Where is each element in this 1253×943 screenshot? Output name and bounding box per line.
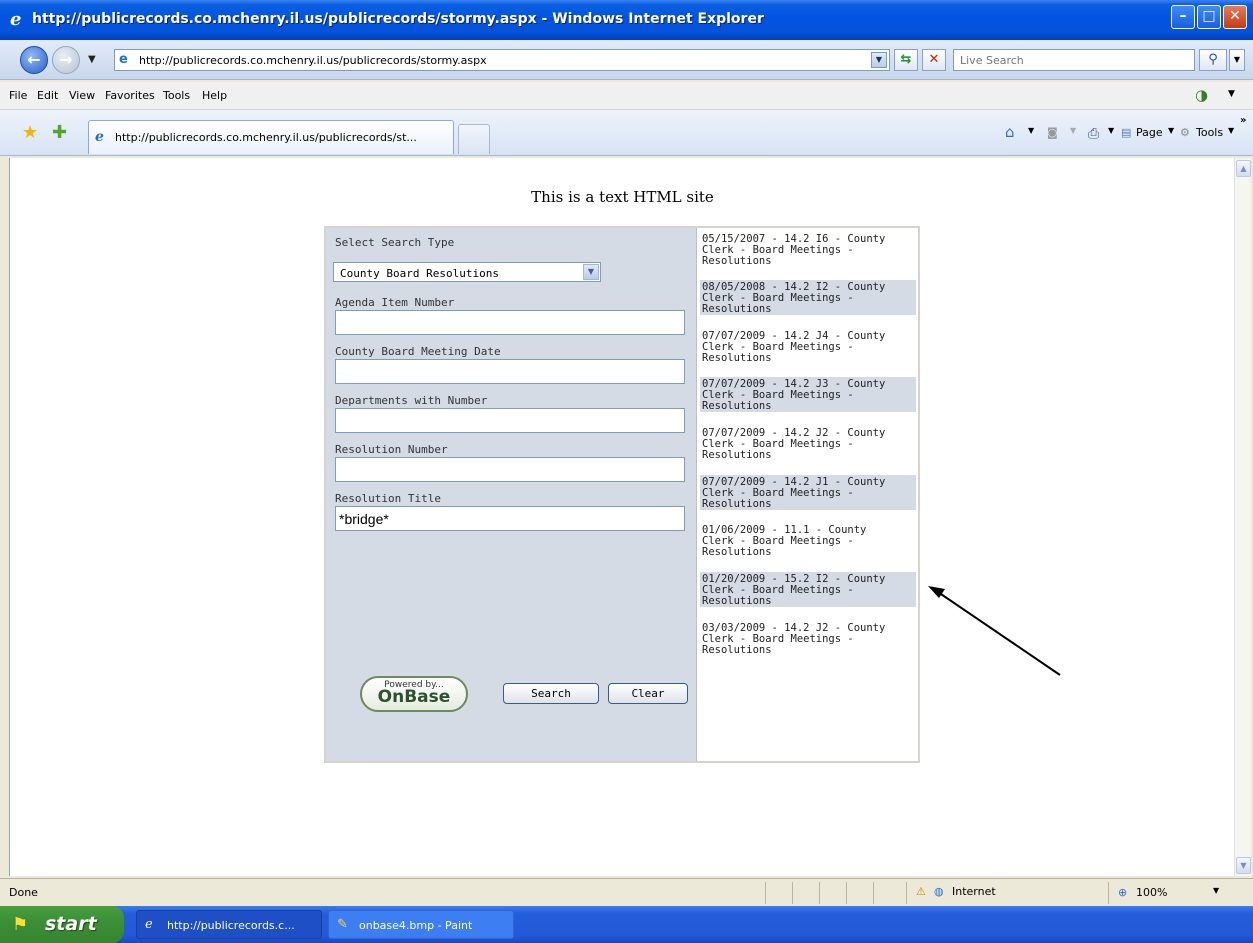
menu-favorites[interactable]: Favorites xyxy=(105,89,155,102)
taskbar-item-ie[interactable]: e http://publicrecords.c... xyxy=(136,910,322,939)
status-divider xyxy=(792,882,793,904)
zoom-level[interactable]: 100% xyxy=(1136,886,1167,899)
home-dropdown-icon[interactable]: ▼ xyxy=(1028,126,1034,135)
window-title: http://publicrecords.co.mchenry.il.us/pu… xyxy=(32,11,764,27)
windows-flag-icon: ⚑ xyxy=(12,914,29,935)
status-bar: Done ⚠ ◍ Internet ⊕ 100% ▼ xyxy=(0,878,1253,906)
home-icon[interactable]: ⌂ xyxy=(1005,123,1015,141)
paint-icon: ✎ xyxy=(337,917,348,932)
live-search-input[interactable] xyxy=(954,50,1184,70)
feeds-dropdown-icon[interactable]: ▼ xyxy=(1070,126,1076,135)
scroll-down-icon[interactable]: ▼ xyxy=(1236,857,1251,874)
favorites-star-icon[interactable]: ★ xyxy=(22,122,38,143)
security-zone[interactable]: Internet xyxy=(952,885,996,898)
back-button[interactable]: ← xyxy=(20,46,48,74)
toolbar-overflow-icon[interactable]: » xyxy=(1240,115,1246,126)
scroll-up-icon[interactable]: ▲ xyxy=(1236,160,1251,177)
recent-pages-dropdown-icon[interactable]: ▼ xyxy=(88,54,96,65)
menu-view[interactable]: View xyxy=(69,89,95,102)
popup-blocked-icon[interactable]: ⚠ xyxy=(916,885,926,898)
status-divider xyxy=(819,882,820,904)
status-divider xyxy=(873,882,874,904)
print-icon[interactable]: ⎙ xyxy=(1088,126,1099,142)
live-search-box[interactable] xyxy=(953,49,1195,71)
ie-icon: e xyxy=(145,917,153,932)
zoom-icon: ⊕ xyxy=(1118,886,1128,899)
address-url: http://publicrecords.co.mchenry.il.us/pu… xyxy=(139,54,487,67)
close-button[interactable]: ✕ xyxy=(1223,5,1247,29)
globe-icon: ◍ xyxy=(934,885,944,898)
page-icon-cmd: ▤ xyxy=(1121,126,1132,139)
ie-logo-icon: e xyxy=(10,9,22,30)
taskbar-item-label: onbase4.bmp - Paint xyxy=(359,919,473,932)
taskbar: ⚑ start e http://publicrecords.c... ✎ on… xyxy=(0,906,1253,943)
tab-toolbar: ★ ✚ e http://publicrecords.co.mchenry.il… xyxy=(0,110,1253,156)
address-bar[interactable]: e http://publicrecords.co.mchenry.il.us/… xyxy=(114,49,890,71)
menu-file[interactable]: File xyxy=(9,89,27,102)
taskbar-item-paint[interactable]: ✎ onbase4.bmp - Paint xyxy=(328,910,514,939)
start-label: start xyxy=(45,913,97,935)
annotation-arrow xyxy=(928,586,1061,676)
page-icon: e xyxy=(119,52,128,67)
maximize-button[interactable]: □ xyxy=(1197,5,1221,29)
search-icon[interactable]: ⚲ xyxy=(1199,49,1227,71)
page-viewport: This is a text HTML site Select Search T… xyxy=(9,158,1251,876)
addon-dropdown-icon[interactable]: ▼ xyxy=(1228,89,1235,99)
page-menu-dropdown-icon[interactable]: ▼ xyxy=(1168,126,1174,135)
search-options-dropdown-icon[interactable]: ▼ xyxy=(1229,49,1245,71)
page-menu[interactable]: Page xyxy=(1136,126,1163,139)
tab-active[interactable]: e http://publicrecords.co.mchenry.il.us/… xyxy=(88,120,454,154)
menu-help[interactable]: Help xyxy=(202,89,227,102)
start-button[interactable]: ⚑ start xyxy=(0,906,124,943)
feeds-icon[interactable]: ◙ xyxy=(1047,126,1058,139)
forward-button[interactable]: → xyxy=(52,46,80,74)
tools-gear-icon: ⚙ xyxy=(1180,126,1190,139)
status-divider xyxy=(906,882,907,904)
address-toolbar: ← → ▼ e http://publicrecords.co.mchenry.… xyxy=(0,40,1253,80)
window-titlebar: e http://publicrecords.co.mchenry.il.us/… xyxy=(0,0,1253,40)
menu-tools[interactable]: Tools xyxy=(163,89,190,102)
menu-edit[interactable]: Edit xyxy=(37,89,58,102)
tools-menu[interactable]: Tools xyxy=(1196,126,1223,139)
vertical-scrollbar[interactable]: ▲ ▼ xyxy=(1234,158,1251,876)
zoom-dropdown-icon[interactable]: ▼ xyxy=(1213,886,1219,895)
status-divider xyxy=(765,882,766,904)
print-dropdown-icon[interactable]: ▼ xyxy=(1108,126,1114,135)
status-divider xyxy=(1108,882,1109,904)
tools-menu-dropdown-icon[interactable]: ▼ xyxy=(1228,126,1234,135)
tab-page-icon: e xyxy=(95,129,104,145)
address-dropdown-icon[interactable]: ▼ xyxy=(871,52,887,68)
status-text: Done xyxy=(9,886,38,899)
stop-button[interactable]: ✕ xyxy=(922,49,946,71)
taskbar-item-label: http://publicrecords.c... xyxy=(167,919,295,932)
tab-title: http://publicrecords.co.mchenry.il.us/pu… xyxy=(115,131,417,144)
menu-bar: File Edit View Favorites Tools Help ◑ ▼ xyxy=(0,82,1253,110)
refresh-button[interactable]: ⇆ xyxy=(894,49,918,71)
toolbar-addon-icon[interactable]: ◑ xyxy=(1195,86,1208,104)
status-divider xyxy=(846,882,847,904)
minimize-button[interactable]: – xyxy=(1171,5,1195,29)
add-favorites-icon[interactable]: ✚ xyxy=(52,122,67,143)
new-tab-button[interactable] xyxy=(458,124,490,154)
